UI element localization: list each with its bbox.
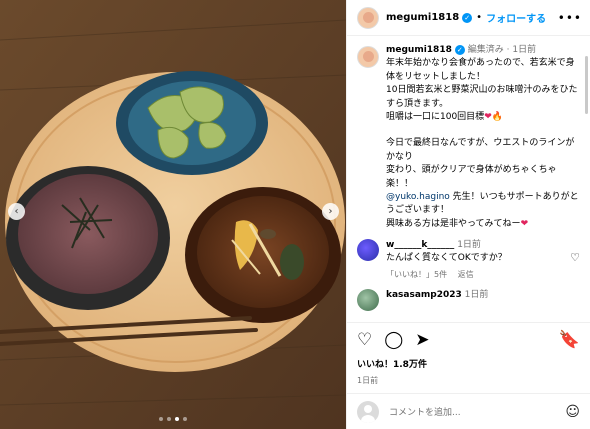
separator: • (476, 12, 483, 23)
heart-icon[interactable]: ♡ (357, 331, 372, 349)
reply-button[interactable]: 返信 (458, 270, 474, 279)
mention-link[interactable]: @yuko.hagino (386, 192, 450, 202)
carousel-dots (0, 417, 346, 421)
carousel-dot (167, 417, 171, 421)
caption-line: 10日間若玄米と野菜沢山のお味噌汁のみをひたすら頂きます。 (386, 85, 578, 109)
bookmark-icon[interactable]: 🔖 (559, 331, 580, 349)
caption-line: 今日で最終日なんですが、ウエストのラインがかなり (386, 138, 575, 162)
comment-input[interactable]: コメントを追加... (389, 405, 461, 418)
emoji-icon[interactable]: ☺ (565, 404, 580, 420)
instagram-post-window: ‹ › megumi1818 ✓ • フォローする ••• megumi1818… (0, 0, 590, 429)
add-comment-bar: コメントを追加... ☺ (347, 393, 590, 429)
heart-emoji-icon: ❤ (520, 218, 529, 229)
heart-emoji-icon: ❤ (484, 112, 492, 123)
fire-emoji-icon: 🔥 (491, 112, 503, 123)
action-bar: ♡ ◯ ➤ 🔖 いいね！1.8万件 1日前 (347, 322, 590, 386)
avatar[interactable] (357, 289, 379, 312)
more-options-button[interactable]: ••• (558, 11, 582, 25)
comment-like-heart-icon[interactable]: ♡ (570, 251, 580, 264)
comment-item: kasasamp2023 1日前 (357, 289, 580, 312)
comment-icon[interactable]: ◯ (384, 331, 403, 349)
caption-body: megumi1818 ✓ 編集済み · 1日前 年末年始かなり会食があったので、若… (386, 44, 579, 229)
caption-line: 咀嚼は一口に100回目標 (386, 112, 485, 123)
comment-username[interactable]: kasasamp2023 (386, 290, 462, 300)
avatar[interactable] (357, 239, 379, 262)
verified-badge-icon: ✓ (462, 12, 473, 23)
edited-label: 編集済み (467, 45, 504, 55)
comment-item: w______k______ 1日前 たんぱく質なくてOKですか？ 「いいね！」… (357, 239, 580, 281)
scrollbar[interactable] (585, 56, 588, 114)
carousel-dot (183, 417, 187, 421)
follow-button[interactable]: フォローする (486, 10, 546, 25)
chevron-left-icon[interactable]: ‹ (8, 203, 25, 220)
likes-count[interactable]: いいね！1.8万件 (357, 357, 580, 370)
avatar[interactable] (357, 6, 379, 29)
chevron-right-icon[interactable]: › (322, 203, 339, 220)
carousel-dot-active (175, 417, 179, 421)
avatar[interactable] (357, 46, 379, 68)
verified-badge-icon: ✓ (454, 44, 465, 55)
caption-line: 変わり、頭がクリアで身体がめちゃくちゃ楽！！ (386, 165, 557, 189)
post-username[interactable]: megumi1818 (386, 12, 459, 23)
comment-time: 1日前 (457, 240, 481, 251)
comment-text: たんぱく質なくてOKですか？ (386, 253, 507, 264)
post-side-panel: megumi1818 ✓ • フォローする ••• megumi1818 ✓ 編集… (346, 0, 590, 429)
carousel-dot (159, 417, 163, 421)
meal-photo (0, 0, 346, 429)
post-header: megumi1818 ✓ • フォローする ••• (347, 0, 590, 36)
comment-likes-count[interactable]: 「いいね！」5件 (386, 270, 447, 279)
post-age: 1日前 (357, 376, 379, 385)
avatar (357, 400, 379, 423)
caption-time: 1日前 (512, 45, 537, 55)
comment-time: 1日前 (464, 290, 489, 301)
caption: megumi1818 ✓ 編集済み · 1日前 年末年始かなり会食があったので、若… (357, 44, 580, 231)
share-icon[interactable]: ➤ (415, 331, 429, 349)
caption-line: 興味ある方は是非やってみてねー (386, 218, 521, 229)
post-photo[interactable]: ‹ › (0, 0, 346, 429)
comment-username[interactable]: w______k______ (386, 240, 454, 250)
caption-username[interactable]: megumi1818 (386, 45, 452, 55)
comments-feed[interactable]: megumi1818 ✓ 編集済み · 1日前 年末年始かなり会食があったので、若… (347, 40, 590, 315)
caption-line: 年末年始かなり会食があったので、若玄米で身体をリセットしました！ (386, 58, 575, 82)
